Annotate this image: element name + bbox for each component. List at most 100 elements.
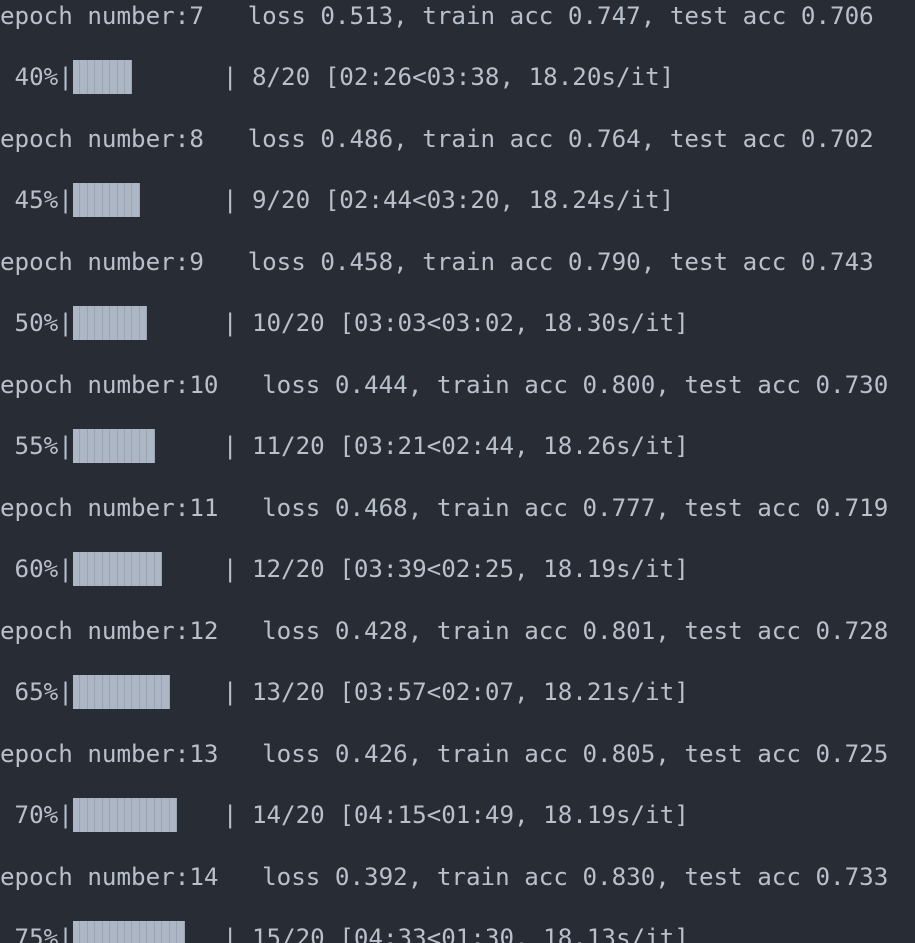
epoch-log-line: epoch number:10 loss 0.444, train acc 0.… <box>0 365 888 405</box>
progress-bar-fill-segment <box>80 428 88 463</box>
progress-bar-fill-segment <box>132 305 140 340</box>
progress-bar-fill-segment <box>72 551 81 586</box>
progress-bar-fill-segment <box>80 305 88 340</box>
output-console[interactable]: epoch number:7 loss 0.513, train acc 0.7… <box>0 0 915 943</box>
progress-line: 60%| | 12/20 [03:39<02:25, 18.19s/it] <box>0 549 689 589</box>
progress-bar-fill-segment <box>147 920 155 943</box>
epoch-number: 12 <box>189 616 219 645</box>
epoch-metrics: loss 0.458, train acc 0.790, test acc 0.… <box>247 247 874 276</box>
epoch-number: 13 <box>189 739 219 768</box>
epoch-log-line: epoch number:7 loss 0.513, train acc 0.7… <box>0 0 874 36</box>
progress-bar-fill-segment <box>72 920 81 943</box>
progress-bar-fill-segment <box>124 797 133 832</box>
progress-bar-fill-segment <box>132 182 140 217</box>
progress-timing: [03:57<02:07, 18.21s/it] <box>339 678 689 706</box>
progress-percent: 50% <box>0 309 59 337</box>
progress-bar-fill-segment <box>132 674 140 709</box>
progress-bar-fill-segment <box>110 674 118 709</box>
progress-percent: 55% <box>0 432 59 460</box>
progress-bar-left-edge: | <box>58 924 73 943</box>
progress-bar-fill-segment <box>147 797 155 832</box>
progress-bar <box>72 182 223 217</box>
epoch-log-line: epoch number:14 loss 0.392, train acc 0.… <box>0 857 888 897</box>
progress-bar-fill-segment <box>80 920 88 943</box>
progress-bar-fill-segment <box>72 59 81 94</box>
progress-count: 15/20 <box>251 924 325 943</box>
progress-bar-fill-segment <box>154 920 163 943</box>
progress-bar-fill-segment <box>102 920 111 943</box>
epoch-log-line: epoch number:8 loss 0.486, train acc 0.7… <box>0 119 874 159</box>
epoch-log-line: epoch number:13 loss 0.426, train acc 0.… <box>0 734 888 774</box>
progress-bar-fill-segment <box>80 674 88 709</box>
progress-bar-fill-segment <box>117 797 125 832</box>
progress-bar-fill-segment <box>117 920 125 943</box>
progress-bar-fill-segment <box>139 305 148 340</box>
progress-bar-right-edge: | <box>222 63 252 91</box>
progress-bar-fill-segment <box>110 182 118 217</box>
epoch-number: 14 <box>189 862 219 891</box>
epoch-label: epoch number: <box>0 124 190 153</box>
progress-bar-fill-segment <box>117 674 125 709</box>
progress-bar-fill-segment <box>80 182 88 217</box>
progress-bar-fill-segment <box>95 428 103 463</box>
progress-bar-fill-segment <box>102 674 111 709</box>
progress-bar-fill-segment <box>147 428 155 463</box>
progress-bar-fill-segment <box>132 551 140 586</box>
progress-timing: [04:33<01:30, 18.13s/it] <box>339 924 689 943</box>
progress-bar-fill-segment <box>72 428 81 463</box>
progress-percent: 75% <box>0 924 59 943</box>
progress-bar <box>72 797 223 832</box>
progress-bar-fill-segment <box>95 920 103 943</box>
progress-bar-fill-segment <box>102 428 111 463</box>
progress-bar-fill-segment <box>124 920 133 943</box>
progress-bar-left-edge: | <box>58 432 73 460</box>
progress-bar-fill-segment <box>110 305 118 340</box>
progress-percent: 65% <box>0 678 59 706</box>
progress-bar-right-edge: | <box>222 555 252 583</box>
progress-bar-right-edge: | <box>222 801 252 829</box>
epoch-label: epoch number: <box>0 1 190 30</box>
progress-bar-fill-segment <box>177 920 185 943</box>
progress-bar-fill-segment <box>87 59 96 94</box>
progress-bar-fill-segment <box>102 182 111 217</box>
progress-bar-fill-segment <box>154 551 163 586</box>
progress-bar-fill-segment <box>154 797 163 832</box>
progress-bar-fill-segment <box>110 59 118 94</box>
progress-bar-fill-segment <box>132 920 140 943</box>
progress-count: 9/20 <box>251 186 311 214</box>
progress-line: 65%| | 13/20 [03:57<02:07, 18.21s/it] <box>0 672 689 712</box>
progress-bar-fill-segment <box>139 674 148 709</box>
progress-bar-fill-segment <box>102 305 111 340</box>
progress-bar-fill-segment <box>147 551 155 586</box>
progress-count: 10/20 <box>251 309 325 337</box>
progress-bar-left-edge: | <box>58 63 73 91</box>
epoch-metrics: loss 0.486, train acc 0.764, test acc 0.… <box>247 124 874 153</box>
progress-bar-fill-segment <box>72 797 81 832</box>
progress-line: 75%| | 15/20 [04:33<01:30, 18.13s/it] <box>0 918 689 943</box>
epoch-label: epoch number: <box>0 247 190 276</box>
epoch-number: 8 <box>189 124 204 153</box>
progress-bar-fill-segment <box>87 182 96 217</box>
progress-percent: 40% <box>0 63 59 91</box>
progress-bar-fill-segment <box>72 674 81 709</box>
progress-percent: 70% <box>0 801 59 829</box>
progress-bar-fill-segment <box>162 920 170 943</box>
epoch-number: 10 <box>189 370 219 399</box>
progress-bar-fill-segment <box>102 59 111 94</box>
progress-bar <box>72 551 223 586</box>
progress-timing: [03:03<03:02, 18.30s/it] <box>339 309 689 337</box>
progress-bar-fill-segment <box>139 920 148 943</box>
progress-bar-fill-segment <box>95 182 103 217</box>
progress-bar-fill-segment <box>169 920 178 943</box>
progress-bar-fill-segment <box>87 674 96 709</box>
progress-bar-right-edge: | <box>222 309 252 337</box>
progress-bar-fill-segment <box>169 797 178 832</box>
progress-bar-fill-segment <box>117 305 125 340</box>
